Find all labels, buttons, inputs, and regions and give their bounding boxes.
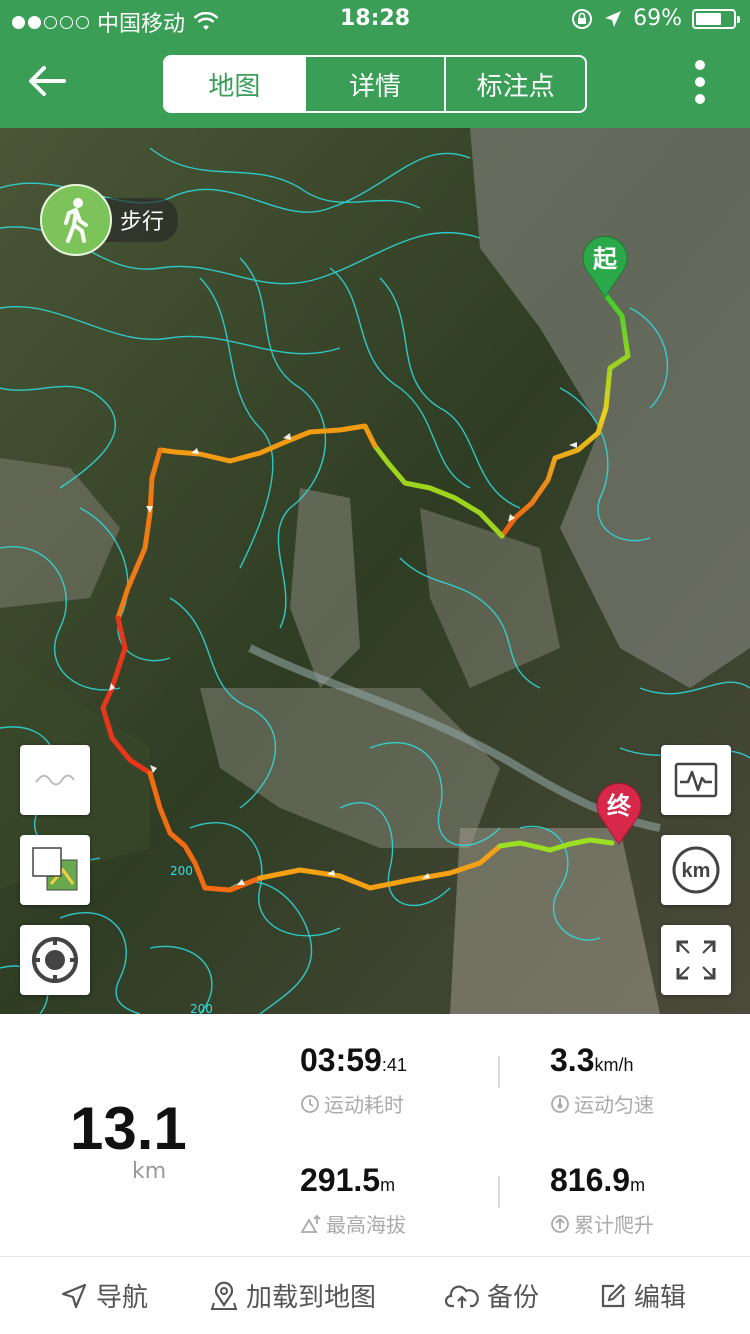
status-right: 69%: [571, 6, 740, 31]
contour-label: 200: [190, 1002, 213, 1014]
speed-stat: 3.3km/h 运动匀速: [550, 1042, 654, 1118]
map-view[interactable]: 200 200 步行 起 终 km: [0, 128, 750, 1014]
backup-button[interactable]: 备份: [445, 1277, 539, 1314]
load-to-map-label: 加载到地图: [246, 1283, 377, 1313]
fullscreen-icon: [676, 940, 716, 980]
locate-me-button[interactable]: [20, 925, 90, 995]
edit-label: 编辑: [634, 1283, 687, 1313]
status-bar: 中国移动 18:28 69%: [0, 0, 750, 40]
speed-label: 运动匀速: [574, 1093, 654, 1117]
max-altitude-unit: m: [380, 1175, 396, 1195]
speedometer-icon: [551, 1094, 569, 1113]
total-climb-value: 816.9: [550, 1162, 631, 1198]
max-altitude-stat: 291.5m 最高海拔: [300, 1162, 406, 1238]
edit-button[interactable]: 编辑: [600, 1277, 686, 1314]
battery-icon: [692, 8, 740, 29]
duration-stat: 03:59:41 运动耗时: [300, 1042, 407, 1118]
bottom-action-bar: 导航 加载到地图 备份 编辑: [0, 1256, 750, 1334]
satellite-map-background: [0, 128, 750, 1014]
more-options-icon[interactable]: [694, 60, 706, 104]
divider: [498, 1176, 500, 1208]
total-distance: 13.1: [70, 1095, 187, 1162]
start-marker[interactable]: 起: [579, 231, 631, 299]
top-header: 中国移动 18:28 69% 地图 详情 标注点: [0, 0, 750, 128]
divider: [498, 1056, 500, 1088]
view-tabs: 地图 详情 标注点: [163, 55, 587, 113]
wave-icon: [35, 774, 75, 786]
navigate-button[interactable]: 导航: [60, 1277, 148, 1314]
distance-unit: km: [132, 1159, 167, 1184]
duration-seconds: :41: [381, 1055, 407, 1075]
map-pin-icon: [210, 1281, 238, 1310]
elevation-overlay-button[interactable]: [20, 745, 90, 815]
battery-percent: 69%: [633, 6, 682, 31]
elevation-chart-button[interactable]: [661, 745, 731, 815]
load-to-map-button[interactable]: 加载到地图: [210, 1277, 376, 1314]
edit-icon: [601, 1283, 626, 1307]
svg-text:km: km: [682, 860, 711, 882]
tab-map[interactable]: 地图: [165, 57, 304, 111]
duration-value: 03:59: [300, 1042, 382, 1078]
start-marker-label: 起: [593, 245, 617, 273]
rotation-lock-icon: [572, 8, 593, 29]
activity-mode-chip[interactable]: 步行: [40, 184, 179, 256]
map-layers-button[interactable]: [20, 835, 90, 905]
mountain-peak-icon: [300, 1214, 321, 1233]
location-arrow-icon: [605, 10, 622, 27]
cloud-upload-icon: [445, 1285, 479, 1308]
speed-unit: km/h: [594, 1055, 634, 1075]
end-marker[interactable]: 终: [593, 778, 645, 846]
speed-value: 3.3: [550, 1042, 595, 1078]
track-stats-panel: 13.1 km 03:59:41 运动耗时 3.3km/h 运动匀速 291.5…: [0, 1014, 750, 1256]
back-arrow-icon[interactable]: [24, 58, 70, 104]
max-altitude-label: 最高海拔: [326, 1213, 406, 1237]
fullscreen-button[interactable]: [661, 925, 731, 995]
max-altitude-value: 291.5: [300, 1162, 381, 1198]
locate-target-icon: [32, 937, 78, 983]
total-climb-stat: 816.9m 累计爬升: [550, 1162, 654, 1238]
km-icon: km: [672, 846, 720, 894]
chart-monitor-icon: [674, 762, 718, 798]
backup-label: 备份: [487, 1283, 540, 1313]
tab-details[interactable]: 详情: [303, 57, 445, 111]
total-climb-label: 累计爬升: [574, 1213, 654, 1237]
tab-markers[interactable]: 标注点: [444, 57, 585, 111]
km-markers-button[interactable]: km: [661, 835, 731, 905]
layers-icon: [32, 847, 78, 891]
climb-up-icon: [551, 1214, 569, 1233]
duration-label: 运动耗时: [324, 1093, 404, 1117]
clock-icon: [301, 1094, 319, 1113]
end-marker-label: 终: [607, 792, 631, 820]
navigation-arrow-icon: [61, 1283, 87, 1308]
total-climb-unit: m: [630, 1175, 646, 1195]
walking-icon: [40, 184, 112, 256]
navigate-label: 导航: [96, 1283, 149, 1313]
contour-label: 200: [170, 864, 193, 878]
